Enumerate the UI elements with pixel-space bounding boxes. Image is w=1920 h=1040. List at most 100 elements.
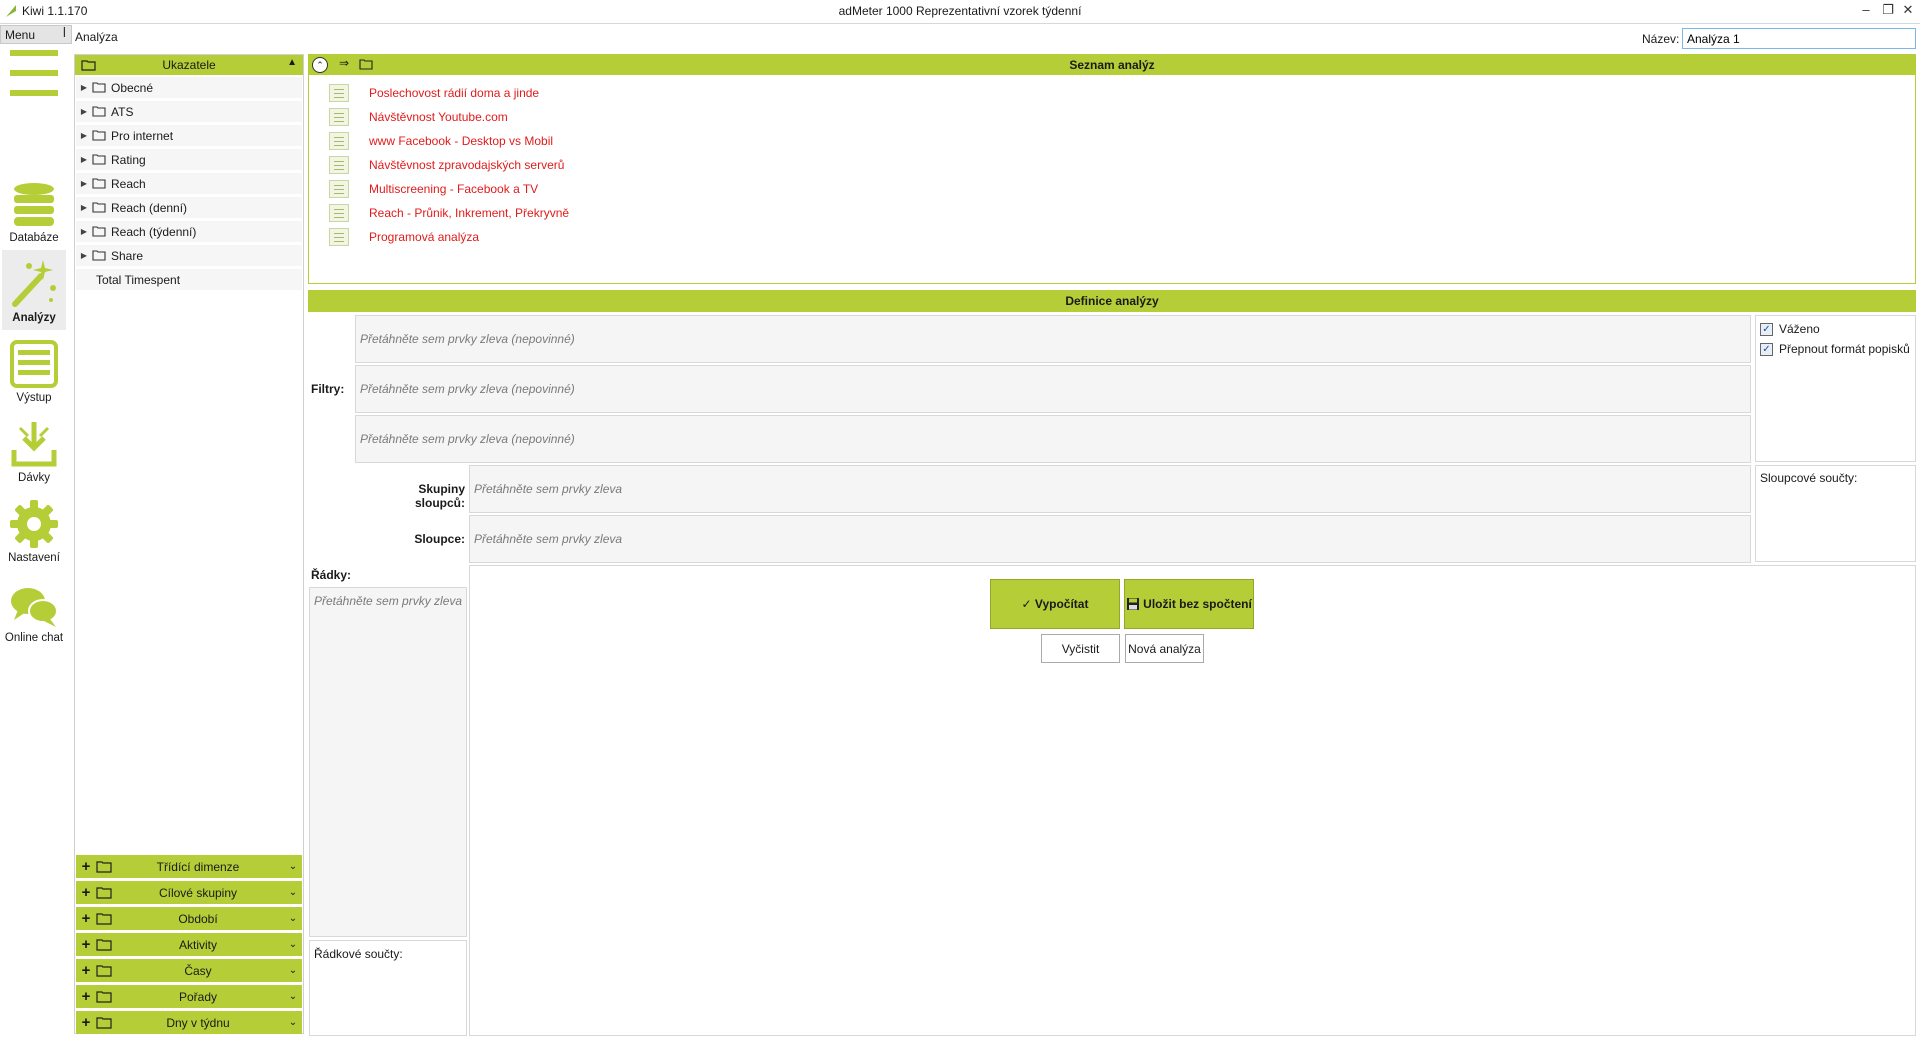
hamburger-icon[interactable]: [10, 50, 58, 96]
new-analysis-button[interactable]: Nová analýza: [1125, 634, 1204, 663]
chevron-down-icon[interactable]: ⌄: [284, 939, 302, 950]
minimize-icon[interactable]: –: [1857, 2, 1875, 17]
nav-label-output: Výstup: [16, 392, 52, 404]
definition-header: Definice analýzy: [308, 290, 1916, 312]
expand-arrow-icon[interactable]: ▶: [76, 179, 92, 188]
expand-arrow-icon[interactable]: ▶: [76, 251, 92, 260]
save-without-calculation-button[interactable]: Uložit bez spočtení: [1124, 579, 1254, 629]
add-plus-icon[interactable]: +: [76, 910, 96, 927]
chevron-down-icon[interactable]: ⌄: [284, 913, 302, 924]
dimension-casy[interactable]: + Časy ⌄: [76, 959, 302, 982]
add-plus-icon[interactable]: +: [76, 1014, 96, 1031]
dimension-porady[interactable]: + Pořady ⌄: [76, 985, 302, 1008]
column-totals-label: Sloupcové součty:: [1760, 471, 1858, 485]
nav-item-analyses[interactable]: Analýzy: [2, 250, 66, 330]
add-plus-icon[interactable]: +: [76, 962, 96, 979]
tree-item-pro-internet[interactable]: ▶ Pro internet: [76, 125, 302, 147]
chevron-down-icon[interactable]: ⌄: [284, 991, 302, 1002]
weighted-label: Váženo: [1779, 322, 1820, 336]
expand-arrow-icon[interactable]: ▶: [76, 83, 92, 92]
tree-item-reach[interactable]: ▶ Reach: [76, 173, 302, 195]
nav-item-settings[interactable]: Nastavení: [2, 490, 66, 570]
tree-item-reach-denni[interactable]: ▶ Reach (denní): [76, 197, 302, 219]
tree-item-label: Reach (týdenní): [111, 224, 197, 239]
document-icon: [329, 156, 349, 174]
menu-label: Menu: [5, 28, 36, 42]
rows-drop-zone[interactable]: Přetáhněte sem prvky zleva: [309, 587, 467, 937]
expand-arrow-icon[interactable]: ▶: [76, 131, 92, 140]
tree-item-reach-tydenni[interactable]: ▶ Reach (týdenní): [76, 221, 302, 243]
expand-arrow-icon[interactable]: ▶: [76, 227, 92, 236]
analysis-item-label: Programová analýza: [369, 230, 480, 244]
window-title: adMeter 1000 Reprezentativní vzorek týde…: [838, 4, 1082, 18]
folder-icon: [96, 964, 112, 977]
chat-bubbles-icon: [11, 588, 58, 627]
column-totals-box[interactable]: Sloupcové součty:: [1755, 465, 1916, 562]
nav-item-batches[interactable]: Dávky: [2, 410, 66, 490]
columns-drop-zone[interactable]: Přetáhněte sem prvky zleva: [469, 515, 1751, 563]
tree-item-total-timespent[interactable]: Total Timespent: [76, 269, 302, 291]
dimension-aktivity[interactable]: + Aktivity ⌄: [76, 933, 302, 956]
collapse-up-icon[interactable]: ▲: [287, 57, 297, 68]
arrow-right-icon[interactable]: ⇒: [339, 56, 349, 70]
folder-icon: [92, 178, 106, 189]
nav-item-database[interactable]: Databáze: [2, 170, 66, 250]
row-totals-box[interactable]: Řádkové součty:: [309, 940, 467, 1036]
nav-label-analyses: Analýzy: [12, 312, 56, 324]
indicators-header[interactable]: Ukazatele ▲: [75, 55, 303, 75]
filter-drop-zone[interactable]: Přetáhněte sem prvky zleva (nepovinné): [355, 365, 1751, 413]
column-groups-label: Skupiny sloupců:: [415, 482, 465, 510]
analysis-item[interactable]: Návštěvnost zpravodajských serverů: [329, 155, 564, 175]
dimension-obdobi[interactable]: + Období ⌄: [76, 907, 302, 930]
checkbox-checked-icon[interactable]: ✓: [1760, 342, 1773, 356]
switch-format-checkbox[interactable]: ✓ Přepnout formát popisků: [1760, 342, 1915, 356]
restore-icon[interactable]: ❐: [1879, 2, 1897, 18]
expand-arrow-icon[interactable]: ▶: [76, 107, 92, 116]
dimension-trideni[interactable]: + Třídící dimenze ⌄: [76, 855, 302, 878]
analysis-item[interactable]: Návštěvnost Youtube.com: [329, 107, 508, 127]
dimension-dny-v-tydnu[interactable]: + Dny v týdnu ⌄: [76, 1011, 302, 1034]
nav-label-online-chat: Online chat: [4, 632, 64, 644]
document-icon: [329, 132, 349, 150]
calculate-button[interactable]: ✓ Vypočítat: [990, 579, 1120, 629]
filter-drop-zone[interactable]: Přetáhněte sem prvky zleva (nepovinné): [355, 415, 1751, 463]
column-groups-drop-zone[interactable]: Přetáhněte sem prvky zleva: [469, 465, 1751, 513]
collapse-up-icon[interactable]: ⌃: [312, 57, 328, 73]
checkbox-checked-icon[interactable]: ✓: [1760, 322, 1773, 336]
menu-button[interactable]: Menu ꟾ: [0, 25, 72, 44]
tree-item-rating[interactable]: ▶ Rating: [76, 149, 302, 171]
chevron-down-icon[interactable]: ⌄: [284, 861, 302, 872]
dimension-cilove-skupiny[interactable]: + Cílové skupiny ⌄: [76, 881, 302, 904]
add-plus-icon[interactable]: +: [76, 936, 96, 953]
dimension-label: Období: [178, 911, 218, 926]
analysis-item[interactable]: Poslechovost rádií doma a jinde: [329, 83, 539, 103]
tree-item-obecne[interactable]: ▶ Obecné: [76, 77, 302, 99]
close-icon[interactable]: ✕: [1899, 2, 1917, 18]
nav-item-output[interactable]: Výstup: [2, 330, 66, 410]
add-plus-icon[interactable]: +: [76, 884, 96, 901]
expand-arrow-icon[interactable]: ▶: [76, 155, 92, 164]
analysis-name-input[interactable]: [1682, 28, 1916, 49]
indicators-panel: Ukazatele ▲ ▶ Obecné ▶ ATS ▶ Pro interne…: [74, 54, 304, 1034]
add-plus-icon[interactable]: +: [76, 858, 96, 875]
clear-button[interactable]: Vyčistit: [1041, 634, 1120, 663]
nav-item-online-chat[interactable]: Online chat: [2, 570, 66, 650]
analysis-item[interactable]: Reach - Průnik, Inkrement, Překryvně: [329, 203, 569, 223]
tree-item-share[interactable]: ▶ Share: [76, 245, 302, 267]
chevron-down-icon[interactable]: ⌄: [284, 965, 302, 976]
analysis-item[interactable]: Multiscreening - Facebook a TV: [329, 179, 538, 199]
analysis-item[interactable]: Programová analýza: [329, 227, 479, 247]
tree-item-ats[interactable]: ▶ ATS: [76, 101, 302, 123]
dimension-label: Aktivity: [178, 937, 217, 952]
add-plus-icon[interactable]: +: [76, 988, 96, 1005]
pin-icon[interactable]: ꟾ: [63, 27, 66, 40]
chevron-down-icon[interactable]: ⌄: [284, 887, 302, 898]
filter-drop-zone[interactable]: Přetáhněte sem prvky zleva (nepovinné): [355, 315, 1751, 363]
folder-icon[interactable]: [359, 59, 373, 70]
expand-arrow-icon[interactable]: ▶: [76, 203, 92, 212]
folder-icon: [92, 202, 106, 213]
tree-item-label: Pro internet: [111, 128, 174, 143]
analysis-item[interactable]: www Facebook - Desktop vs Mobil: [329, 131, 553, 151]
weighted-checkbox[interactable]: ✓ Váženo: [1760, 322, 1915, 336]
chevron-down-icon[interactable]: ⌄: [284, 1017, 302, 1028]
